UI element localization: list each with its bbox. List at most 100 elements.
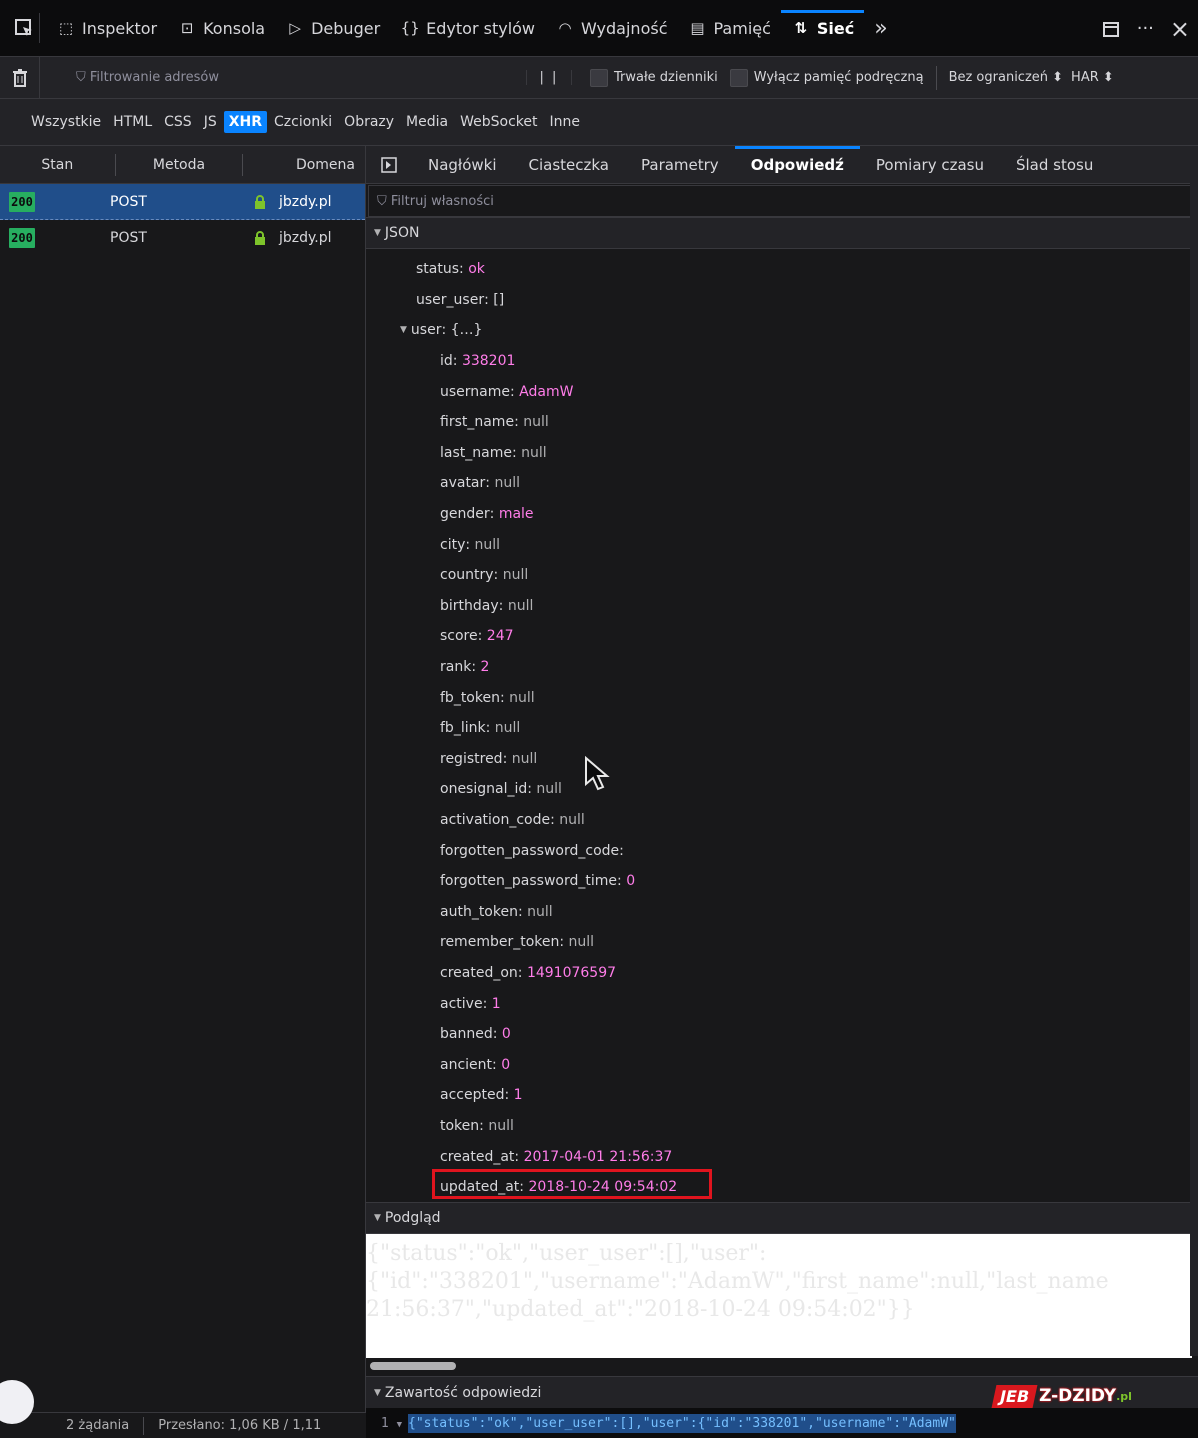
tool-tab-performance[interactable]: ◠ Wydajność	[545, 0, 677, 57]
json-colon: :	[617, 873, 627, 890]
column-header-status[interactable]: Stan	[0, 153, 116, 176]
json-row-score[interactable]: score: 247	[440, 624, 514, 648]
pause-button[interactable]: | |	[526, 70, 572, 85]
checkbox-box[interactable]	[729, 68, 748, 87]
request-method: POST	[110, 193, 147, 210]
json-value: null	[568, 934, 595, 951]
json-row-active[interactable]: active: 1	[440, 992, 501, 1016]
type-filter-media[interactable]: Media	[401, 111, 453, 133]
json-row-accepted[interactable]: accepted: 1	[440, 1083, 523, 1107]
tool-tab-inspector[interactable]: ⬚ Inspektor	[46, 0, 167, 57]
type-filter-inne[interactable]: Inne	[545, 111, 586, 133]
type-filter-css[interactable]: CSS	[159, 111, 197, 133]
checkbox-box[interactable]	[590, 68, 608, 87]
toggle-sidebar-button[interactable]	[366, 146, 412, 184]
request-type-filters: Wszystkie HTML CSS JS XHR Czcionki Obrazy Media…	[0, 99, 1198, 146]
json-colon: :	[517, 903, 528, 920]
type-filter-xhr[interactable]: XHR	[223, 111, 268, 133]
json-row-created-at[interactable]: created_at: 2017-04-01 21:56:37	[440, 1145, 672, 1169]
tool-tab-debugger[interactable]: ▷ Debuger	[275, 0, 390, 57]
dock-icon[interactable]	[1101, 19, 1121, 39]
persist-logs-checkbox[interactable]: Trwałe dzienniki	[590, 68, 718, 87]
json-row-remember-token[interactable]: remember_token: null	[440, 930, 594, 954]
json-row-avatar[interactable]: avatar: null	[440, 471, 520, 495]
tool-tab-style-editor[interactable]: {} Edytor stylów	[390, 0, 545, 57]
tool-tab-network[interactable]: ⇅ Sieć	[780, 0, 865, 57]
type-filter-obrazy[interactable]: Obrazy	[339, 111, 399, 133]
json-row-auth-token[interactable]: auth_token: null	[440, 900, 553, 924]
raw-response-text[interactable]: {"status":"ok","user_user":[],"user":{"i…	[408, 1413, 956, 1433]
json-section-header[interactable]: ▼ JSON	[366, 217, 1198, 249]
json-row-activation-code[interactable]: activation_code: null	[440, 808, 585, 832]
details-tab-1[interactable]: Ciasteczka	[513, 146, 626, 184]
filter-icon: ⛉	[377, 193, 391, 209]
tool-tab-label: Inspektor	[82, 18, 158, 38]
json-row-user-user[interactable]: user_user: []	[416, 288, 504, 312]
preview-section-header[interactable]: ▼ Podgląd	[366, 1202, 1192, 1234]
json-row-updated-at[interactable]: updated_at: 2018-10-24 09:54:02	[440, 1175, 677, 1199]
json-row-registred[interactable]: registred: null	[440, 747, 537, 771]
disable-cache-checkbox[interactable]: Wyłącz pamięć podręczną	[729, 68, 924, 87]
line-number: 1 ▼	[380, 1415, 402, 1431]
type-filter-czcionki[interactable]: Czcionki	[269, 111, 337, 133]
more-options-icon[interactable]: ···	[1137, 18, 1154, 39]
tool-tab-console[interactable]: ⊡ Konsola	[167, 0, 275, 57]
json-row-banned[interactable]: banned: 0	[440, 1022, 511, 1046]
element-picker-button[interactable]	[8, 13, 40, 43]
json-row-username[interactable]: username: AdamW	[440, 380, 573, 404]
json-row-status[interactable]: status: ok	[416, 257, 485, 281]
horizontal-scrollbar[interactable]	[370, 1362, 456, 1370]
json-row-gender[interactable]: gender: male	[440, 502, 534, 526]
close-icon[interactable]: ×	[1170, 15, 1190, 43]
json-row-fb-link[interactable]: fb_link: null	[440, 716, 520, 740]
property-filter-input[interactable]: ⛉ Filtruj własności	[368, 185, 1192, 217]
json-row-created-on[interactable]: created_on: 1491076597	[440, 961, 616, 985]
details-tab-3[interactable]: Odpowiedź	[734, 145, 861, 184]
request-row[interactable]: 200 POST jbzdy.pl	[0, 184, 365, 220]
response-preview: {"status":"ok","user_user":[],"user": {"…	[366, 1234, 1192, 1358]
vertical-scrollbar[interactable]	[1190, 146, 1198, 1356]
overflow-chevron-icon[interactable]: »	[864, 0, 897, 57]
type-filter-websocket[interactable]: WebSocket	[455, 111, 542, 133]
details-tab-0[interactable]: Nagłówki	[412, 146, 513, 184]
column-header-method[interactable]: Metoda	[116, 153, 244, 176]
json-row-onesignal-id[interactable]: onesignal_id: null	[440, 777, 562, 801]
details-tab-4[interactable]: Pomiary czasu	[860, 146, 1000, 184]
type-filter-wszystkie[interactable]: Wszystkie	[26, 111, 106, 133]
json-key: avatar	[440, 475, 486, 492]
details-tab-2[interactable]: Parametry	[625, 146, 735, 184]
json-row-first-name[interactable]: first_name: null	[440, 410, 549, 434]
response-content-label: Zawartość odpowiedzi	[384, 1384, 542, 1401]
clear-button[interactable]	[0, 56, 40, 99]
request-row[interactable]: 200 POST jbzdy.pl	[0, 220, 365, 256]
json-colon: :	[477, 628, 487, 645]
json-row-birthday[interactable]: birthday: null	[440, 594, 533, 618]
json-colon: :	[527, 781, 537, 798]
json-row-id[interactable]: id: 338201	[440, 349, 515, 373]
json-row-token[interactable]: token: null	[440, 1114, 514, 1138]
throttling-select[interactable]: Bez ograniczeń ⬍	[949, 70, 1063, 85]
request-domain: jbzdy.pl	[279, 230, 332, 246]
type-filter-js[interactable]: JS	[199, 111, 222, 133]
json-row-user[interactable]: ▼ user: {…}	[400, 318, 482, 342]
json-row-last-name[interactable]: last_name: null	[440, 441, 547, 465]
json-colon: :	[482, 995, 492, 1012]
details-tab-5[interactable]: Ślad stosu	[1000, 146, 1109, 184]
tool-tab-memory[interactable]: ▤ Pamięć	[678, 0, 781, 57]
har-menu[interactable]: HAR ⬍	[1071, 70, 1114, 85]
json-key: ancient	[440, 1056, 493, 1073]
json-row-country[interactable]: country: null	[440, 563, 528, 587]
tool-tab-label: Pamięć	[713, 18, 771, 38]
json-colon: :	[459, 261, 469, 277]
json-row-forgotten-password-time[interactable]: forgotten_password_time: 0	[440, 869, 635, 893]
column-header-domain[interactable]: Domena	[243, 154, 365, 176]
url-filter-input[interactable]: ⛉ Filtrowanie adresów	[76, 70, 526, 85]
json-row-ancient[interactable]: ancient: 0	[440, 1053, 510, 1077]
json-key: auth_token	[440, 903, 518, 920]
type-filter-html[interactable]: HTML	[108, 111, 157, 133]
json-row-fb-token[interactable]: fb_token: null	[440, 686, 535, 710]
json-row-forgotten-password-code[interactable]: forgotten_password_code:	[440, 839, 628, 863]
json-row-city[interactable]: city: null	[440, 533, 500, 557]
request-details-panel: Nagłówki Ciasteczka Parametry Odpowiedź Pomi…	[366, 145, 1198, 1438]
json-row-rank[interactable]: rank: 2	[440, 655, 489, 679]
